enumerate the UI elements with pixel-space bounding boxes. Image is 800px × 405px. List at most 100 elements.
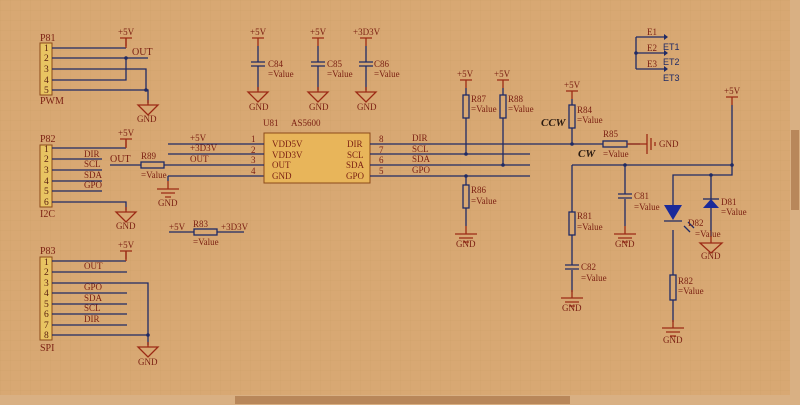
pin: 4 (44, 289, 49, 299)
port-label: ET1 (663, 42, 680, 52)
horizontal-scroll-thumb[interactable] (235, 396, 570, 404)
p81-name: PWM (40, 96, 64, 107)
power-label: +5V (169, 222, 186, 232)
horizontal-scrollbar[interactable] (0, 395, 790, 405)
gnd-label: GND (701, 251, 721, 261)
pin: 1 (44, 145, 49, 155)
gnd-label: GND (158, 198, 178, 208)
res-value: =Value (603, 149, 629, 159)
power-label: +5V (118, 128, 135, 138)
power-label: +5V (724, 86, 741, 96)
gnd-label: GND (615, 239, 635, 249)
pin: 4 (44, 76, 49, 86)
pin: 5 (44, 300, 49, 310)
pin-name: VDD5V (272, 139, 303, 149)
pin-num: 6 (379, 155, 384, 165)
cap-ref: C81 (634, 191, 649, 201)
cap-value: =Value (327, 69, 353, 79)
pin: 6 (44, 198, 49, 208)
power-label: +5V (118, 240, 135, 250)
pin: 2 (44, 155, 49, 165)
pin: 2 (44, 54, 49, 64)
res-ref: R86 (471, 185, 487, 195)
power-label: +5V (250, 27, 267, 37)
schematic-canvas[interactable]: P81 1 2 3 4 5 PWM +5V OUT GND +5V C84 =V… (0, 0, 790, 395)
pin-name: GPO (346, 171, 365, 181)
cap-value: =Value (268, 69, 294, 79)
pin-name: DIR (347, 139, 363, 149)
res-value: =Value (577, 115, 603, 125)
net-label: SDA (84, 293, 103, 303)
gnd-label: GND (663, 335, 683, 345)
res-ref: R84 (577, 105, 593, 115)
led-ref: D82 (688, 218, 704, 228)
net-label: GPO (84, 180, 103, 190)
res-value: =Value (193, 237, 219, 247)
net-label: SCL (84, 159, 101, 169)
net-label-out: OUT (132, 47, 153, 58)
gnd-label: GND (659, 139, 679, 149)
cw-label: CW (578, 148, 596, 160)
res-value: =Value (577, 222, 603, 232)
net-label: SDA (412, 154, 431, 164)
pin-num: 8 (379, 134, 384, 144)
port-label: ET3 (663, 73, 680, 83)
res-value: =Value (471, 196, 497, 206)
net-label: OUT (190, 154, 209, 164)
p82-name: I2C (40, 209, 55, 220)
res-ref: R83 (193, 219, 209, 229)
pin-num: 5 (379, 166, 384, 176)
res-value: =Value (508, 104, 534, 114)
cap-value: =Value (374, 69, 400, 79)
pin: 3 (44, 65, 49, 75)
res-ref: R82 (678, 276, 693, 286)
diode-value: =Value (721, 207, 747, 217)
pin: 4 (44, 177, 49, 187)
gnd-label: GND (116, 221, 136, 231)
cap-value: =Value (581, 273, 607, 283)
vertical-scroll-thumb[interactable] (791, 130, 799, 210)
pin: 1 (44, 44, 49, 54)
cap-ref: C84 (268, 59, 284, 69)
power-label: +3D3V (221, 222, 249, 232)
pin: 7 (44, 321, 49, 331)
res-ref: R87 (471, 94, 487, 104)
gnd-label: GND (357, 102, 377, 112)
net-label: +3D3V (190, 143, 218, 153)
power-label: +5V (564, 80, 581, 90)
pin-num: 3 (251, 155, 256, 165)
pin-name: OUT (272, 160, 291, 170)
p81-ref: P81 (40, 33, 56, 44)
power-label: +5V (118, 27, 135, 37)
net-label: SDA (84, 170, 103, 180)
power-label: +5V (310, 27, 327, 37)
net-label: GPO (84, 282, 103, 292)
p82-ref: P82 (40, 134, 56, 145)
pin-num: 1 (251, 134, 256, 144)
cap-ref: C86 (374, 59, 390, 69)
pin: 1 (44, 258, 49, 268)
pin-name: VDD3V (272, 150, 303, 160)
pin-name: SCL (347, 150, 364, 160)
cap-ref: C82 (581, 262, 596, 272)
gnd-label: GND (562, 303, 582, 313)
vertical-scrollbar[interactable] (790, 0, 800, 405)
res-ref: R81 (577, 211, 592, 221)
p83-name: SPI (40, 343, 54, 354)
pin: 6 (44, 310, 49, 320)
cap-ref: C85 (327, 59, 343, 69)
port-label: ET2 (663, 57, 680, 67)
net-label: E1 (647, 27, 657, 37)
power-label: +5V (457, 69, 474, 79)
pin: 8 (44, 331, 49, 341)
pin: 5 (44, 187, 49, 197)
net-label: DIR (412, 133, 428, 143)
res-value: =Value (471, 104, 497, 114)
net-label: +5V (190, 133, 207, 143)
net-label: SCL (84, 303, 101, 313)
diode-ref: D81 (721, 197, 737, 207)
pin: 2 (44, 268, 49, 278)
gnd-label: GND (138, 357, 158, 367)
res-ref: R85 (603, 129, 619, 139)
gnd-label: GND (456, 239, 476, 249)
